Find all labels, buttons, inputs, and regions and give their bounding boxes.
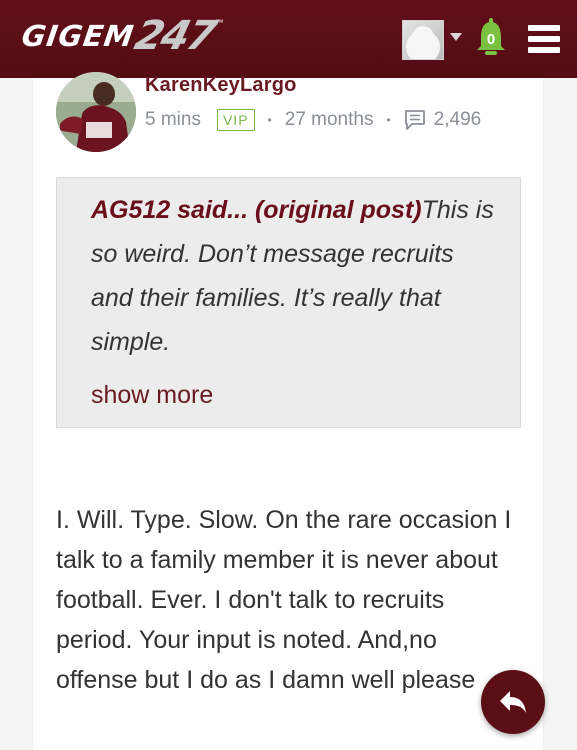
post-time: 5 mins — [145, 109, 201, 130]
poster-avatar[interactable] — [56, 72, 136, 152]
post-count: 2,496 — [433, 109, 482, 130]
poster-photo — [56, 72, 136, 152]
post-body: I. Will. Type. Slow. On the rare occasio… — [56, 506, 512, 694]
top-navigation-bar: GIGEM 247 ™ 0 — [0, 0, 577, 78]
menu-line — [528, 36, 560, 42]
show-more-link[interactable]: show more — [91, 381, 213, 410]
vip-badge: VIP — [216, 109, 255, 131]
quoted-post: AG512 said... (original post)This is so … — [56, 177, 521, 428]
chevron-down-icon[interactable] — [450, 33, 462, 41]
separator-dot: • — [267, 113, 272, 127]
separator-dot: • — [386, 113, 391, 127]
menu-line — [528, 25, 560, 31]
logo-number: 247 — [130, 13, 220, 59]
user-avatar-icon[interactable] — [402, 20, 444, 60]
quote-body: AG512 said... (original post)This is so … — [91, 188, 501, 364]
logo-text: GIGEM — [19, 19, 137, 53]
notification-count: 0 — [486, 31, 496, 48]
notifications-button[interactable]: 0 — [475, 18, 507, 58]
membership-duration: 27 months — [284, 109, 374, 130]
poster-username[interactable]: KarenKeyLargo — [145, 74, 297, 97]
reply-button[interactable] — [481, 670, 545, 734]
site-logo[interactable]: GIGEM 247 ™ — [19, 13, 224, 59]
menu-line — [528, 47, 560, 53]
comment-icon — [404, 110, 425, 130]
post-meta: 5 mins VIP • 27 months • 2,496 — [145, 107, 481, 133]
avatar-silhouette — [412, 26, 434, 48]
hamburger-menu-icon[interactable] — [528, 25, 560, 53]
quote-author[interactable]: AG512 said... (original post) — [91, 196, 422, 224]
reply-icon — [500, 691, 526, 713]
